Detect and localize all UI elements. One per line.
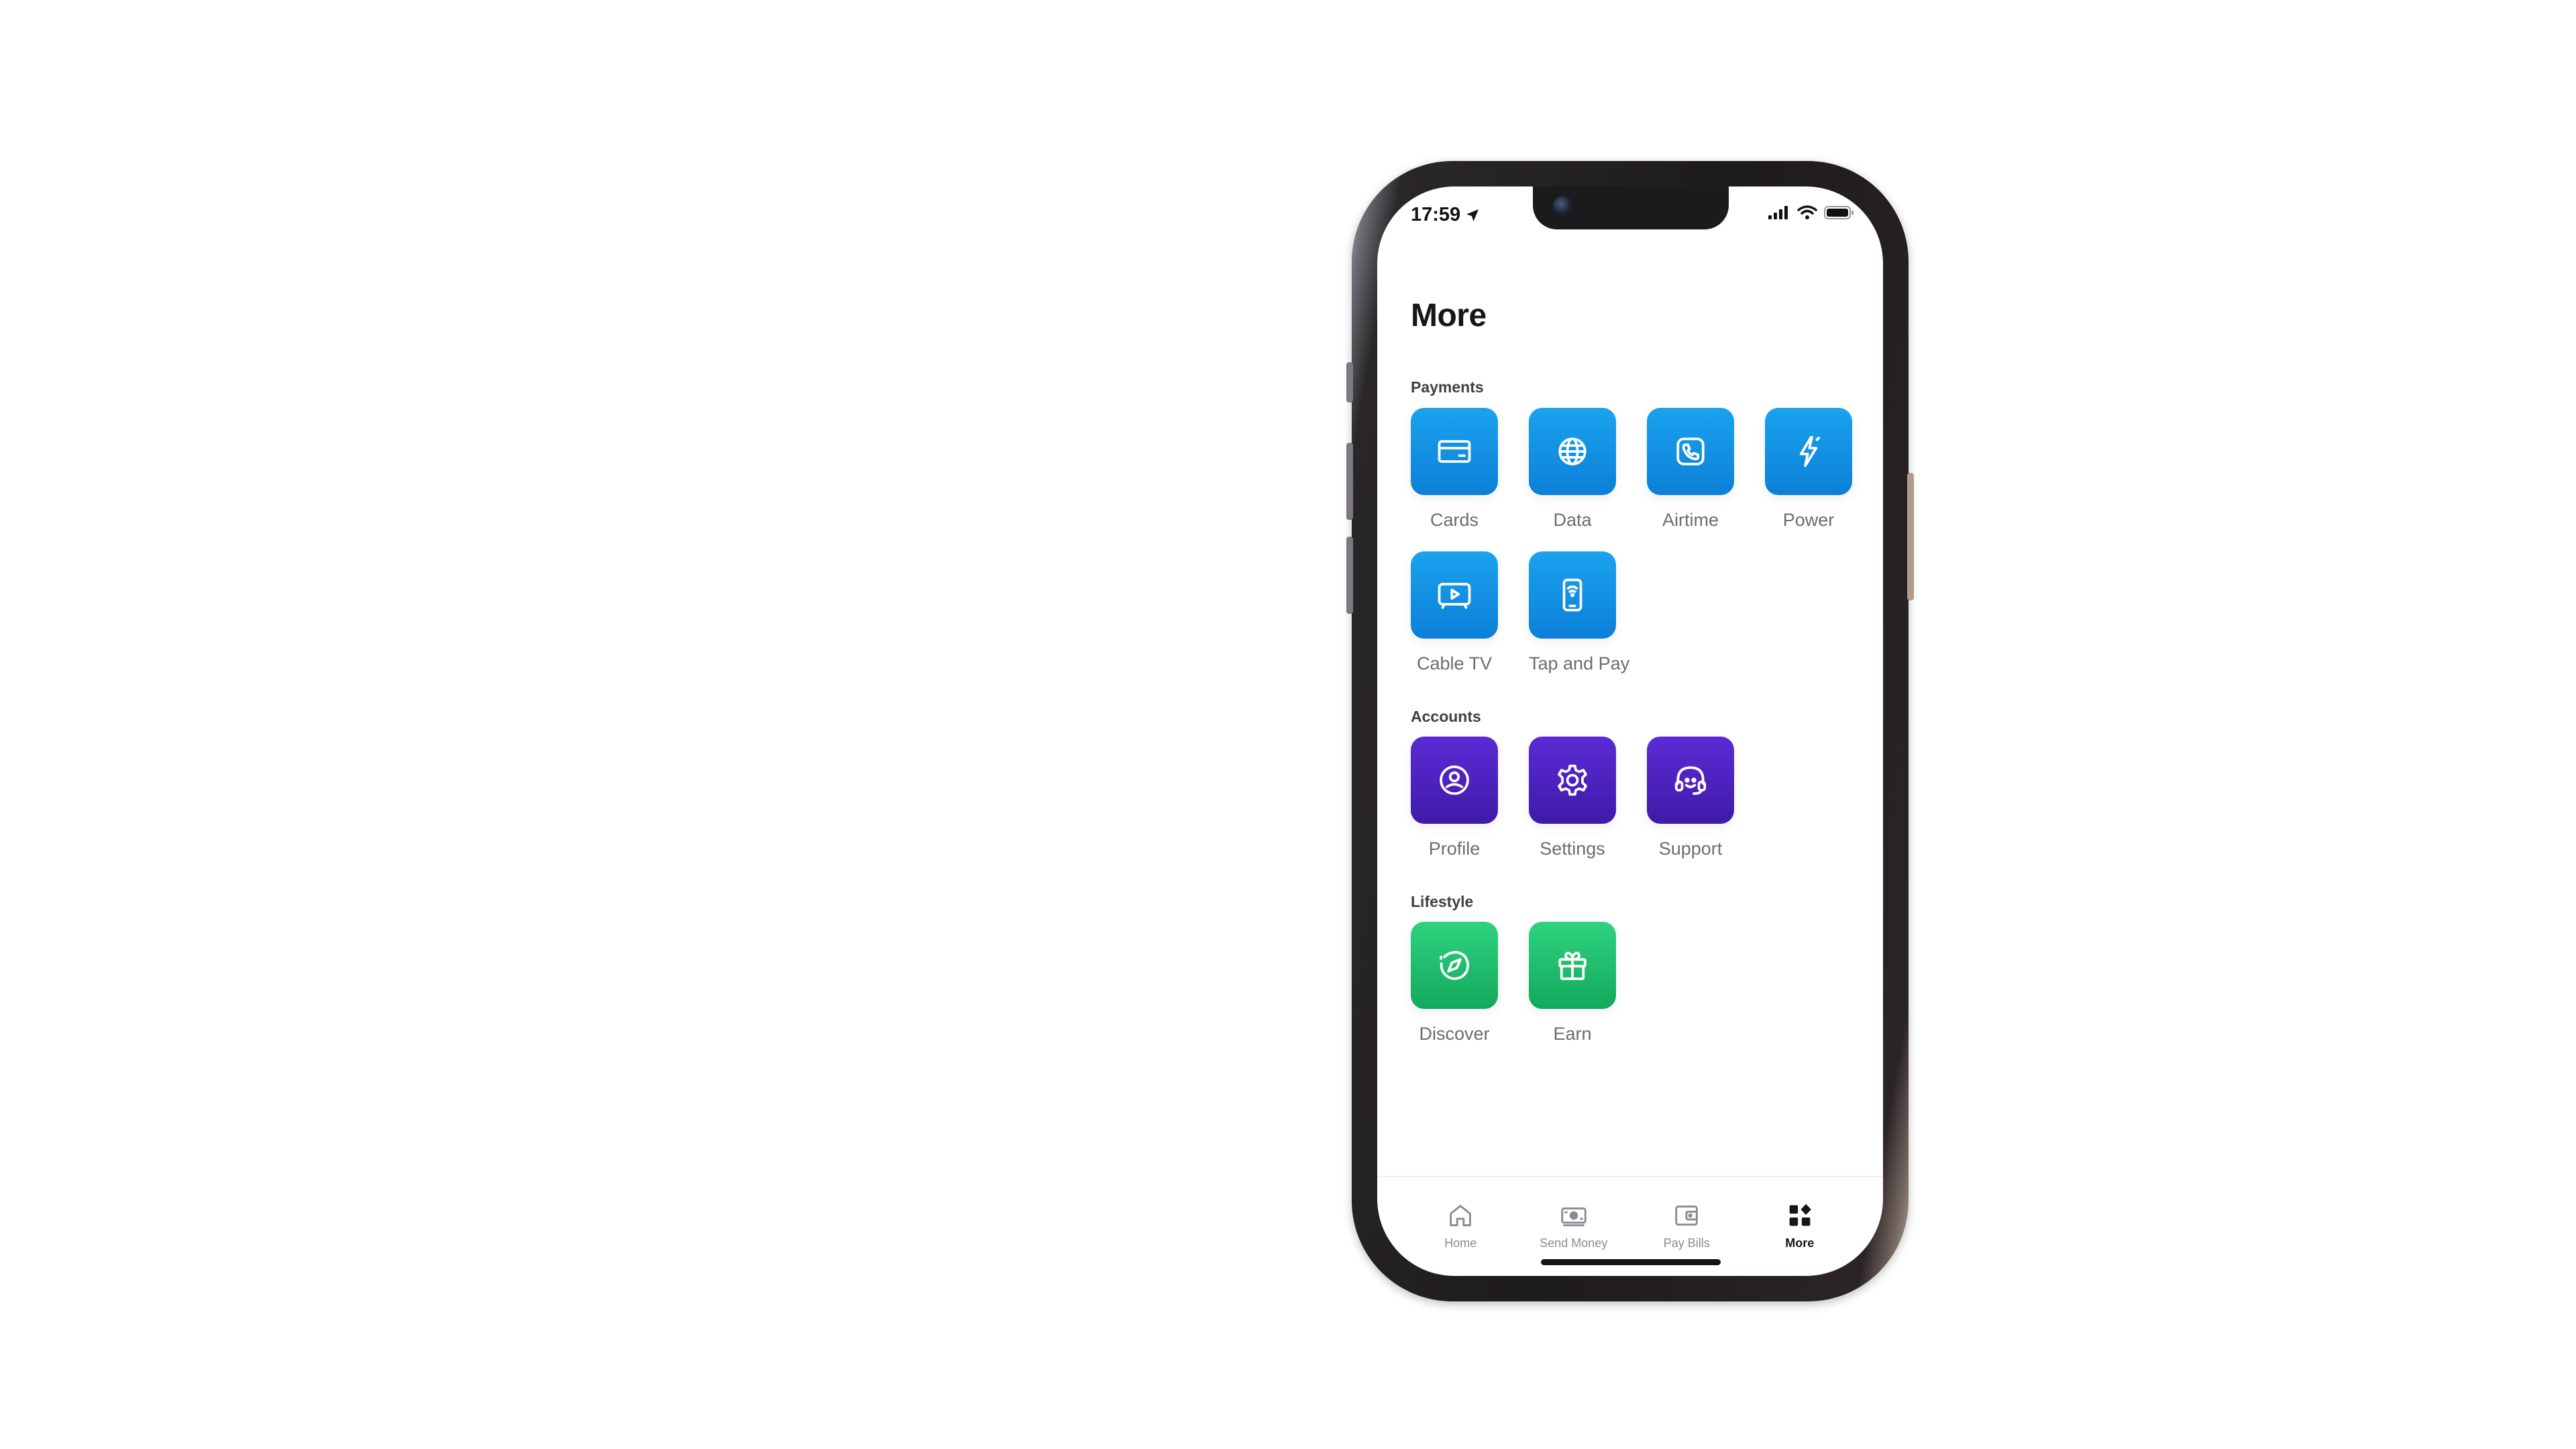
tile-tap-and-pay-box [1529,551,1616,639]
tile-label: Profile [1428,839,1481,859]
home-indicator[interactable] [1541,1259,1721,1265]
nav-item-home[interactable]: Home [1410,1177,1511,1276]
tile-data[interactable]: Data [1529,408,1616,531]
section-label-lifestyle: Lifestyle [1411,893,1474,910]
phone-call-icon [1676,437,1705,466]
tile-cards[interactable]: Cards [1411,408,1498,531]
tile-label: Cable TV [1416,653,1493,674]
notch [1533,186,1729,229]
phone-frame: 17:59 More Payments Cards Data Airtime P… [1346,161,1914,1301]
nav-label-more: More [1785,1236,1815,1250]
status-time: 17:59 [1411,204,1481,226]
battery-icon [1824,206,1854,219]
grid-icon [1789,1203,1811,1226]
tile-label: Support [1658,839,1723,859]
tile-airtime[interactable]: Airtime [1647,408,1734,531]
card-icon [1438,440,1471,463]
tile-profile[interactable]: Profile [1411,737,1498,859]
front-camera [1553,196,1573,216]
tile-label: Cards [1430,510,1479,530]
nav-label-pay-bills: Pay Bills [1663,1236,1710,1250]
tile-cable-tv-box [1411,551,1498,639]
tile-label: Data [1553,510,1592,530]
compass-icon [1440,951,1469,980]
tile-label: Power [1782,510,1835,530]
tile-support-box [1647,737,1734,824]
tv-icon [1438,582,1471,609]
mute-switch [1346,362,1353,402]
user-circle-icon [1440,765,1469,795]
tile-earn[interactable]: Earn [1529,922,1616,1044]
tile-power-box [1765,408,1852,495]
location-arrow-icon [1466,209,1479,221]
tile-discover[interactable]: Discover [1411,922,1498,1044]
tile-settings-box [1529,737,1616,824]
tile-label: Tap and Pay [1529,653,1630,674]
gift-icon [1558,951,1587,980]
section-label-accounts: Accounts [1411,708,1481,725]
globe-icon [1558,437,1587,466]
tile-profile-box [1411,737,1498,824]
tile-label: Discover [1419,1024,1490,1044]
tile-label: Settings [1540,839,1605,859]
phone-screen: 17:59 More Payments Cards Data Airtime P… [1377,186,1883,1276]
tile-data-box [1529,408,1616,495]
section-label-payments: Payments [1411,378,1484,396]
wifi-icon [1797,205,1817,219]
tile-label: Earn [1553,1024,1592,1044]
nav-label-send-money: Send Money [1540,1236,1608,1250]
contactless-phone-icon [1562,578,1582,612]
cellular-signal-icon [1768,206,1788,219]
wallet-icon [1675,1205,1699,1226]
nav-item-more[interactable]: More [1750,1177,1850,1276]
gear-icon [1558,764,1587,796]
status-time-text: 17:59 [1411,204,1461,225]
tile-earn-box [1529,922,1616,1009]
tile-support[interactable]: Support [1647,737,1734,859]
headset-icon [1674,766,1707,795]
power-button [1907,473,1914,600]
tile-airtime-box [1647,408,1734,495]
nav-label-home: Home [1444,1236,1477,1250]
money-icon [1561,1208,1587,1226]
volume-up-button [1346,443,1353,520]
tile-cards-box [1411,408,1498,495]
tile-settings[interactable]: Settings [1529,737,1616,859]
page-title: More [1411,298,1487,333]
tile-cable-tv[interactable]: Cable TV [1411,551,1498,674]
status-icons [1768,205,1855,220]
home-icon [1450,1205,1472,1226]
tile-power[interactable]: Power [1765,408,1852,531]
volume-down-button [1346,537,1353,614]
lightning-icon [1799,435,1820,468]
tile-label: Airtime [1662,510,1719,530]
tile-tap-and-pay[interactable]: Tap and Pay [1529,551,1630,674]
tile-discover-box [1411,922,1498,1009]
